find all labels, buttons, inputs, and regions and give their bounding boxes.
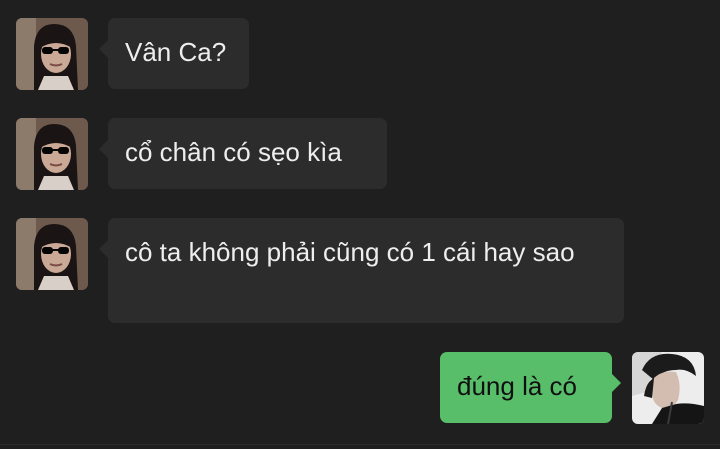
girl-sunglasses-avatar-icon bbox=[16, 18, 88, 90]
message-text: Vân Ca? bbox=[125, 37, 227, 67]
message-text: đúng là có bbox=[457, 371, 577, 401]
outgoing-message-bubble[interactable]: đúng là có bbox=[440, 352, 621, 423]
self-avatar[interactable] bbox=[632, 352, 704, 424]
man-profile-avatar-icon bbox=[632, 352, 704, 424]
girl-sunglasses-avatar-icon bbox=[16, 218, 88, 290]
incoming-message-bubble[interactable]: cô ta không phải cũng có 1 cái hay sao bbox=[99, 218, 624, 323]
contact-avatar[interactable] bbox=[16, 218, 88, 290]
chat-thread: Vân Ca? cổ chân có sẹo kìa cô ta không p… bbox=[0, 0, 720, 449]
divider bbox=[0, 444, 720, 445]
message-text: cổ chân có sẹo kìa bbox=[125, 137, 342, 167]
girl-sunglasses-avatar-icon bbox=[16, 118, 88, 190]
incoming-message-bubble[interactable]: Vân Ca? bbox=[99, 18, 249, 89]
incoming-message-bubble[interactable]: cổ chân có sẹo kìa bbox=[99, 118, 387, 189]
message-text: cô ta không phải cũng có 1 cái hay sao bbox=[125, 237, 575, 267]
contact-avatar[interactable] bbox=[16, 18, 88, 90]
contact-avatar[interactable] bbox=[16, 118, 88, 190]
